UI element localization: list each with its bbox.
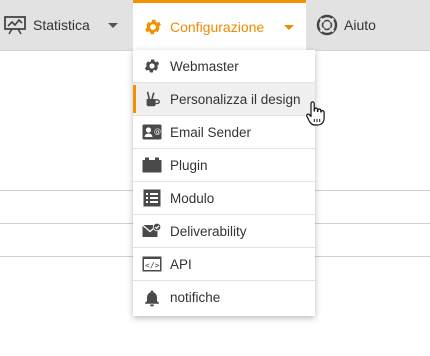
menu-item-api[interactable]: </> API	[133, 248, 315, 281]
nav-statistics[interactable]: Statistica	[4, 0, 118, 50]
configuration-dropdown-menu: Webmaster Personalizza il design @ Email…	[133, 50, 315, 316]
plugin-icon	[142, 155, 162, 175]
menu-item-plugin[interactable]: Plugin	[133, 149, 315, 182]
form-list-icon	[142, 188, 162, 208]
menu-item-label: notifiche	[170, 290, 221, 305]
chart-board-icon	[4, 14, 26, 36]
chevron-down-icon[interactable]	[284, 24, 295, 30]
code-window-icon: </>	[142, 254, 162, 274]
menu-item-notifiche[interactable]: notifiche	[133, 281, 315, 314]
gear-icon	[142, 56, 162, 76]
menu-item-webmaster[interactable]: Webmaster	[133, 50, 315, 83]
menu-item-label: Webmaster	[170, 58, 239, 74]
chevron-down-icon[interactable]	[107, 22, 118, 28]
menu-item-label: API	[170, 256, 192, 272]
envelope-check-icon	[142, 221, 162, 241]
nav-configuration-label: Configurazione	[170, 19, 265, 35]
menu-item-deliverability[interactable]: Deliverability	[133, 215, 315, 248]
nav-help[interactable]: Aiuto	[316, 0, 376, 50]
menu-item-label: Modulo	[170, 190, 215, 206]
lifebuoy-icon	[316, 14, 338, 36]
svg-text:@: @	[154, 128, 161, 136]
menu-item-label: Plugin	[170, 157, 208, 173]
nav-configuration[interactable]: Configurazione	[133, 0, 306, 51]
menu-item-label: Email Sender	[170, 124, 252, 140]
nav-statistics-label: Statistica	[33, 17, 90, 33]
top-navigation-bar: Statistica Configurazione Aiuto	[0, 0, 430, 51]
svg-text:</>: </>	[145, 261, 160, 270]
nav-help-label: Aiuto	[344, 17, 376, 33]
menu-item-personalizza-design[interactable]: Personalizza il design	[133, 83, 315, 116]
contact-card-icon: @	[142, 122, 162, 142]
gear-icon	[143, 17, 163, 37]
menu-item-modulo[interactable]: Modulo	[133, 182, 315, 215]
menu-item-label: Deliverability	[170, 223, 247, 239]
bell-icon	[142, 288, 162, 308]
hand-pointer-cursor-icon	[305, 101, 325, 127]
design-brushes-icon	[142, 89, 162, 109]
menu-item-email-sender[interactable]: @ Email Sender	[133, 116, 315, 149]
menu-item-label: Personalizza il design	[170, 91, 301, 107]
